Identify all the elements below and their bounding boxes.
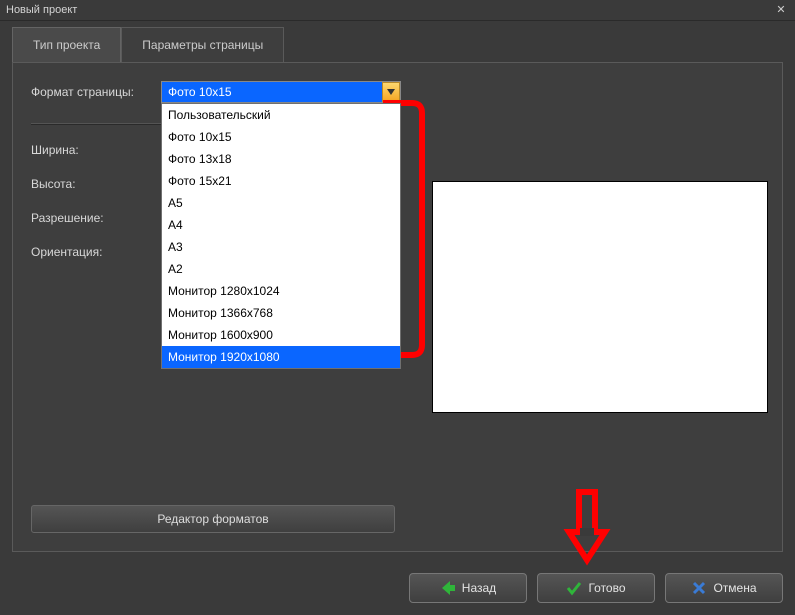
format-option[interactable]: А2 (162, 258, 400, 280)
label-width: Ширина: (31, 143, 161, 157)
format-option[interactable]: А3 (162, 236, 400, 258)
select-value: Фото 10х15 (168, 85, 232, 99)
format-option[interactable]: Монитор 1280х1024 (162, 280, 400, 302)
format-option[interactable]: Фото 13х18 (162, 148, 400, 170)
label-orientation: Ориентация: (31, 245, 161, 259)
format-option[interactable]: Фото 10х15 (162, 126, 400, 148)
format-option[interactable]: Монитор 1600х900 (162, 324, 400, 346)
cancel-button-label: Отмена (713, 581, 756, 595)
titlebar: Новый проект ✕ (0, 0, 795, 21)
format-select[interactable]: Фото 10х15 ПользовательскийФото 10х15Фот… (161, 81, 401, 103)
content-panel: Формат страницы: Фото 10х15 Пользователь… (12, 62, 783, 552)
format-editor-button[interactable]: Редактор форматов (31, 505, 395, 533)
format-option[interactable]: Пользовательский (162, 104, 400, 126)
format-option[interactable]: Фото 15х21 (162, 170, 400, 192)
bottom-bar: Назад Готово Отмена (409, 573, 783, 603)
select-box[interactable]: Фото 10х15 (161, 81, 401, 103)
tabstrip: Тип проекта Параметры страницы (0, 21, 795, 62)
done-button-label: Готово (588, 581, 625, 595)
label-height: Высота: (31, 177, 161, 191)
tab-page-params[interactable]: Параметры страницы (121, 27, 284, 63)
window-title: Новый проект (6, 4, 77, 16)
format-option[interactable]: А5 (162, 192, 400, 214)
back-button[interactable]: Назад (409, 573, 527, 603)
form-area: Формат страницы: Фото 10х15 Пользователь… (31, 81, 401, 259)
arrow-left-icon (440, 580, 456, 596)
tab-project-type[interactable]: Тип проекта (12, 27, 121, 63)
done-button[interactable]: Готово (537, 573, 655, 603)
back-button-label: Назад (462, 581, 496, 595)
row-format: Формат страницы: Фото 10х15 Пользователь… (31, 81, 401, 103)
format-option[interactable]: Монитор 1366х768 (162, 302, 400, 324)
close-icon[interactable]: ✕ (773, 3, 789, 17)
page-preview (432, 181, 768, 413)
format-dropdown[interactable]: ПользовательскийФото 10х15Фото 13х18Фото… (161, 103, 401, 369)
label-resolution: Разрешение: (31, 211, 161, 225)
check-icon (566, 580, 582, 596)
close-icon (691, 580, 707, 596)
label-format: Формат страницы: (31, 85, 161, 99)
format-option[interactable]: А4 (162, 214, 400, 236)
format-option[interactable]: Монитор 1920х1080 (162, 346, 400, 368)
chevron-down-icon[interactable] (382, 82, 400, 102)
cancel-button[interactable]: Отмена (665, 573, 783, 603)
